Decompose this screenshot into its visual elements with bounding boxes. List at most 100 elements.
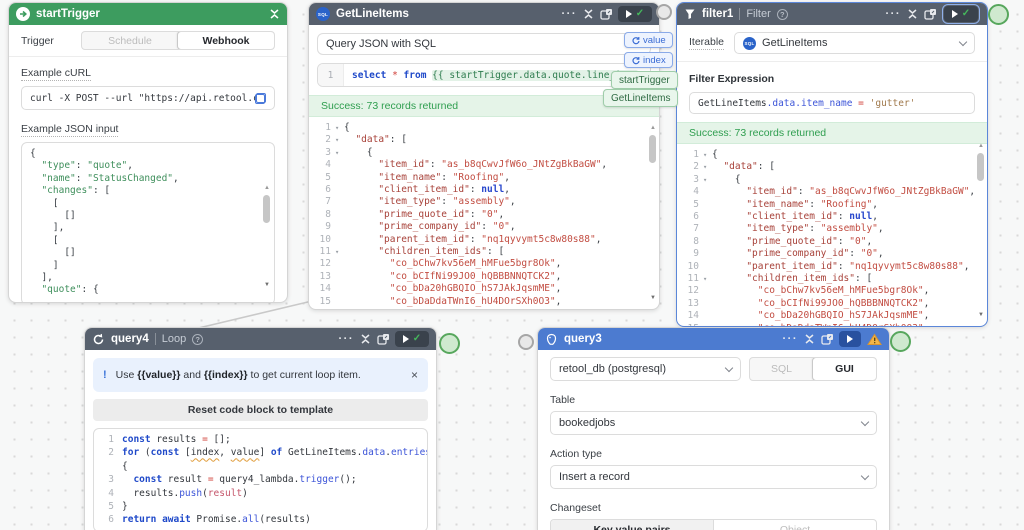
run-button[interactable]: ✓: [618, 6, 652, 22]
reset-code-button[interactable]: Reset code block to template: [93, 399, 428, 421]
block-filter1[interactable]: filter1 Filter ? ··· ✓ Iterable SQL GetL…: [676, 2, 988, 327]
value-variable-badge[interactable]: value: [624, 32, 673, 48]
port-query4-output[interactable]: [439, 333, 460, 354]
block-start-trigger[interactable]: startTrigger Trigger Schedule Webhook Ex…: [8, 2, 288, 303]
scroll-up-icon[interactable]: ▲: [978, 143, 984, 149]
scroll-up-icon[interactable]: ▲: [650, 125, 656, 131]
code-token: (results): [259, 514, 311, 526]
sql-editor[interactable]: 1 select * from {{ startTrigger.data.quo…: [317, 63, 651, 87]
collapse-icon[interactable]: [360, 333, 371, 345]
get-line-items-badge[interactable]: GetLineItems: [603, 89, 679, 107]
get-line-items-header[interactable]: SQL GetLineItems ··· ✓: [309, 3, 659, 25]
code-token: index: [190, 447, 220, 459]
run-button[interactable]: ✓: [944, 6, 978, 22]
more-menu-icon[interactable]: ···: [339, 334, 355, 345]
scroll-down-icon[interactable]: ▼: [978, 312, 984, 318]
scroll-down-icon[interactable]: ▼: [650, 295, 656, 301]
expand-icon[interactable]: [821, 333, 833, 345]
start-trigger-header[interactable]: startTrigger: [9, 3, 287, 25]
expand-icon[interactable]: [377, 333, 389, 345]
code-token: "changes": [41, 185, 93, 197]
port-query3-input[interactable]: [518, 334, 534, 350]
code-line: ]: [30, 260, 266, 272]
more-menu-icon[interactable]: ···: [886, 9, 902, 20]
collapse-icon[interactable]: [269, 8, 280, 20]
port-query3-output[interactable]: [890, 331, 911, 352]
sql-code: select * from {{ startTrigger.data.quote…: [344, 64, 639, 86]
close-banner-icon[interactable]: ×: [411, 368, 418, 382]
scrollbar-thumb[interactable]: [977, 153, 984, 181]
code-line: []: [30, 247, 266, 259]
example-json-editor[interactable]: { "type": "quote", "name": "StatusChange…: [21, 142, 275, 302]
run-button[interactable]: [839, 331, 861, 347]
run-button[interactable]: ✓: [395, 331, 429, 347]
code-token: "co_bDa20hGBQIO_hS7JAkJqsmME": [757, 310, 924, 322]
scrollbar-thumb[interactable]: [263, 195, 270, 223]
help-icon[interactable]: ?: [776, 8, 788, 20]
scroll-up-icon[interactable]: ▲: [264, 185, 270, 191]
result-scrollbar[interactable]: ▲ ▼: [647, 125, 657, 301]
query-mode-select[interactable]: Query JSON with SQL: [317, 33, 651, 55]
code-line: 12 "co_bChw7kv56eM_hMFue5bgr8Ok",: [319, 258, 562, 270]
resource-select[interactable]: retool_db (postgresql): [550, 357, 741, 381]
json-editor-scrollbar[interactable]: ▲ ▼: [261, 185, 271, 288]
collapse-icon[interactable]: [907, 8, 918, 20]
index-variable-badge[interactable]: index: [624, 52, 673, 68]
block-query4[interactable]: query4 Loop ? ··· ✓ ! Use {{value}} and …: [84, 327, 437, 530]
copy-icon[interactable]: [255, 92, 266, 104]
code-token: : [: [487, 246, 505, 258]
scroll-down-icon[interactable]: ▼: [264, 282, 270, 288]
iterable-select[interactable]: SQL GetLineItems: [734, 32, 975, 54]
warning-icon: [867, 333, 882, 346]
filter-expression-input[interactable]: GetLineItems .data.item_name = 'gutter': [689, 92, 975, 114]
filter1-header[interactable]: filter1 Filter ? ··· ✓: [677, 3, 987, 25]
more-menu-icon[interactable]: ···: [562, 9, 578, 20]
table-select[interactable]: bookedjobs: [550, 411, 877, 435]
start-trigger-badge[interactable]: startTrigger: [611, 71, 678, 89]
block-get-line-items[interactable]: SQL GetLineItems ··· ✓ Query JSON with S…: [308, 2, 660, 310]
help-icon[interactable]: ?: [192, 333, 204, 345]
tab-key-value-pairs[interactable]: Key value pairs: [551, 520, 714, 530]
code-token: result: [162, 474, 208, 486]
result-json-viewer[interactable]: 1 ▾{2 ▾ "data": [3 ▾ {4 "item_id": "as_b8qC…: [309, 117, 659, 309]
collapse-icon[interactable]: [583, 8, 594, 20]
more-menu-icon[interactable]: ···: [783, 334, 799, 345]
query3-header[interactable]: query3 ···: [538, 328, 889, 350]
code-token: ,: [555, 295, 562, 307]
scrollbar-thumb[interactable]: [649, 135, 656, 163]
code-token: :: [441, 196, 453, 208]
query-mode-value: Query JSON with SQL: [326, 38, 437, 50]
tab-gui[interactable]: GUI: [812, 358, 876, 380]
chevron-down-icon: [958, 37, 968, 46]
tab-schedule[interactable]: Schedule: [82, 32, 178, 49]
port-filter1-output[interactable]: [988, 4, 1009, 25]
workflow-canvas[interactable]: startTrigger Trigger Schedule Webhook Ex…: [0, 0, 1024, 530]
expand-icon[interactable]: [924, 8, 936, 20]
code-token: await: [162, 514, 191, 526]
code-token: "prime_quote_id": [746, 235, 838, 247]
result-scrollbar[interactable]: ▲ ▼: [975, 143, 985, 318]
code-token: "nq1qyvymt5c8w80s88": [481, 233, 596, 245]
tab-sql[interactable]: SQL: [750, 358, 813, 380]
code-token: "children_item_ids": [378, 246, 487, 258]
tab-webhook[interactable]: Webhook: [177, 32, 274, 49]
block-query3[interactable]: query3 ··· retool_db (postgresql) SQL GU…: [537, 327, 890, 530]
result-json-viewer[interactable]: 1 ▾{2 ▾ "data": [3 ▾ {4 "item_id": "as_b8qC…: [677, 144, 987, 326]
collapse-icon[interactable]: [804, 333, 815, 345]
action-type-select[interactable]: Insert a record: [550, 465, 877, 489]
code-line: ],: [30, 272, 266, 284]
code-line: [: [30, 198, 266, 210]
port-get-line-items-output[interactable]: [656, 4, 672, 20]
query4-header[interactable]: query4 Loop ? ··· ✓: [85, 328, 436, 350]
code-line: 3 const result = query4_lambda.trigger()…: [108, 474, 357, 486]
curl-input[interactable]: curl -X POST --url "https://api.retool.c…: [21, 86, 275, 110]
expand-icon[interactable]: [600, 8, 612, 20]
tab-object[interactable]: Object: [714, 520, 876, 530]
loop-code-editor[interactable]: 1 const results = []; 2 for (const [index, …: [93, 428, 428, 530]
